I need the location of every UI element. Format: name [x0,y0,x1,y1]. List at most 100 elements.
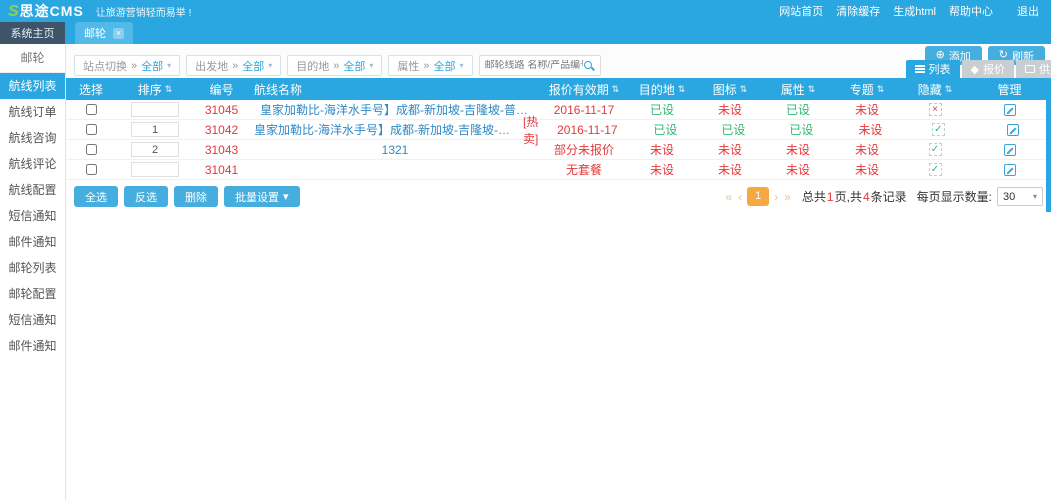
nav-generate-html[interactable]: 生成html [893,3,936,19]
hidden-toggle-icon[interactable]: ✓ [929,163,942,176]
sort-input[interactable] [131,102,179,117]
prev-page-button[interactable]: ‹ [737,190,743,204]
edit-icon[interactable] [1004,164,1016,176]
valid-date: 无套餐 [540,161,628,178]
filter-site-switch[interactable]: 站点切换 » 全部 ▾ [74,55,180,76]
per-page-select[interactable]: 30 ▾ [997,187,1043,206]
col-destination[interactable]: 目的地⇅ [628,81,696,98]
sort-icon[interactable]: ⇅ [877,84,885,95]
view-list-button[interactable]: 列表 [906,60,960,78]
view-quote-button[interactable]: ◆ 报价 [962,60,1014,78]
nav-help-center[interactable]: 帮助中心 [949,3,993,19]
total-records: 4 [863,190,870,204]
search-icon[interactable] [583,60,595,72]
table-row: 31043 1321 部分未报价 未设 未设 未设 未设 ✓ [66,140,1051,160]
next-page-button[interactable]: › [773,190,779,204]
row-checkbox[interactable] [86,164,97,175]
search-box [479,55,601,76]
nav-clear-cache[interactable]: 清除缓存 [836,3,880,19]
icon-status: 已设 [699,121,767,138]
destination-status: 未设 [628,161,696,178]
sort-icon[interactable]: ⇅ [165,84,173,95]
sidebar-item-route-list[interactable]: 航线列表 [0,73,65,99]
last-page-button[interactable]: » [783,190,792,204]
sidebar-item-route-inquiry[interactable]: 航线咨询 [0,125,65,151]
route-code-link[interactable]: 31041 [205,163,238,177]
sidebar-item-sms-notify-2[interactable]: 短信通知 [0,307,65,333]
col-hidden[interactable]: 隐藏⇅ [902,81,968,98]
filter-attribute[interactable]: 属性 » 全部 ▾ [388,55,472,76]
route-code-link[interactable]: 31045 [205,103,238,117]
view-supplier-button[interactable]: 供应商 [1016,60,1051,78]
route-name-link[interactable]: 1321 [382,143,409,157]
table-row: 31045 皇家加勒比-海洋水手号】成都-新加坡-吉隆坡-普吉岛-新加坡-成都 … [66,100,1051,120]
per-page-label: 每页显示数量: [917,188,992,205]
hidden-toggle-icon[interactable]: × [929,103,942,116]
route-name-link[interactable]: 皇家加勒比-海洋水手号】成都-新加坡-吉隆坡-普吉岛-新加坡-成都 5晚6日游 [254,121,519,138]
filter-destination[interactable]: 目的地 » 全部 ▾ [287,55,382,76]
hidden-toggle-icon[interactable]: ✓ [929,143,942,156]
sidebar-item-route-orders[interactable]: 航线订单 [0,99,65,125]
sidebar-item-mail-notify[interactable]: 邮件通知 [0,229,65,255]
sidebar-item-mail-notify-2[interactable]: 邮件通知 [0,333,65,359]
row-checkbox[interactable] [86,104,97,115]
filter-label: 目的地 [296,58,329,74]
sort-icon[interactable]: ⇅ [740,84,748,95]
icon-status: 未设 [696,161,764,178]
filter-label: 站点切换 [83,58,127,74]
invert-selection-button[interactable]: 反选 [124,186,168,207]
sort-input[interactable] [131,142,179,157]
sort-icon[interactable]: ⇅ [808,84,816,95]
row-checkbox[interactable] [86,124,97,135]
edit-icon[interactable] [1004,144,1016,156]
route-code-link[interactable]: 31043 [205,143,238,157]
sidebar-item-route-config[interactable]: 航线配置 [0,177,65,203]
col-icon[interactable]: 图标⇅ [696,81,764,98]
route-code-link[interactable]: 31042 [205,123,238,137]
scrollbar[interactable] [1046,78,1051,212]
chevron-down-icon: ▾ [1033,192,1037,201]
sort-icon[interactable]: ⇅ [945,84,953,95]
batch-settings-button[interactable]: 批量设置 ▾ [224,186,300,207]
sidebar-item-sms-notify[interactable]: 短信通知 [0,203,65,229]
hidden-toggle-icon[interactable]: ✓ [932,123,945,136]
nav-logout[interactable]: 退出 [1017,3,1039,19]
edit-icon[interactable] [1004,104,1016,116]
edit-icon[interactable] [1007,124,1019,136]
nav-site-home[interactable]: 网站首页 [779,3,823,19]
sort-icon[interactable]: ⇅ [678,84,686,95]
delete-button[interactable]: 删除 [174,186,218,207]
sidebar-item-cruise-list[interactable]: 邮轮列表 [0,255,65,281]
col-valid-date[interactable]: 报价有效期⇅ [540,81,628,98]
sort-icon[interactable]: ⇅ [612,84,620,95]
attribute-status: 已设 [767,121,835,138]
filter-departure[interactable]: 出发地 » 全部 ▾ [186,55,281,76]
pager: « ‹ 1 › » [725,187,792,206]
col-topic[interactable]: 专题⇅ [832,81,902,98]
page-1-button[interactable]: 1 [747,187,769,206]
logo-icon: S [8,3,19,21]
select-all-button[interactable]: 全选 [74,186,118,207]
col-sort[interactable]: 排序⇅ [116,81,194,98]
destination-status: 未设 [628,141,696,158]
sort-input[interactable] [131,122,179,137]
batch-settings-label: 批量设置 [235,189,279,205]
close-icon[interactable]: × [113,28,124,39]
destination-status: 已设 [631,121,699,138]
valid-date: 2016-11-17 [543,123,631,137]
sidebar-item-route-comments[interactable]: 航线评论 [0,151,65,177]
sidebar-item-cruise-config[interactable]: 邮轮配置 [0,281,65,307]
table-header-row: 选择 排序⇅ 编号 航线名称 报价有效期⇅ 目的地⇅ 图标⇅ 属性⇅ 专题⇅ 隐… [66,78,1051,100]
sidebar: 邮轮 航线列表 航线订单 航线咨询 航线评论 航线配置 短信通知 邮件通知 邮轮… [0,44,66,500]
col-attribute[interactable]: 属性⇅ [764,81,832,98]
tab-system-home[interactable]: 系统主页 [0,22,65,44]
filter-value: 全部 [343,58,365,74]
total-pages: 1 [827,190,834,204]
sort-input[interactable] [131,162,179,177]
search-input[interactable] [485,60,583,71]
row-checkbox[interactable] [86,144,97,155]
tab-cruise[interactable]: 邮轮 × [75,22,133,44]
valid-date: 2016-11-17 [540,103,628,117]
first-page-button[interactable]: « [725,190,734,204]
col-manage: 管理 [968,81,1051,98]
